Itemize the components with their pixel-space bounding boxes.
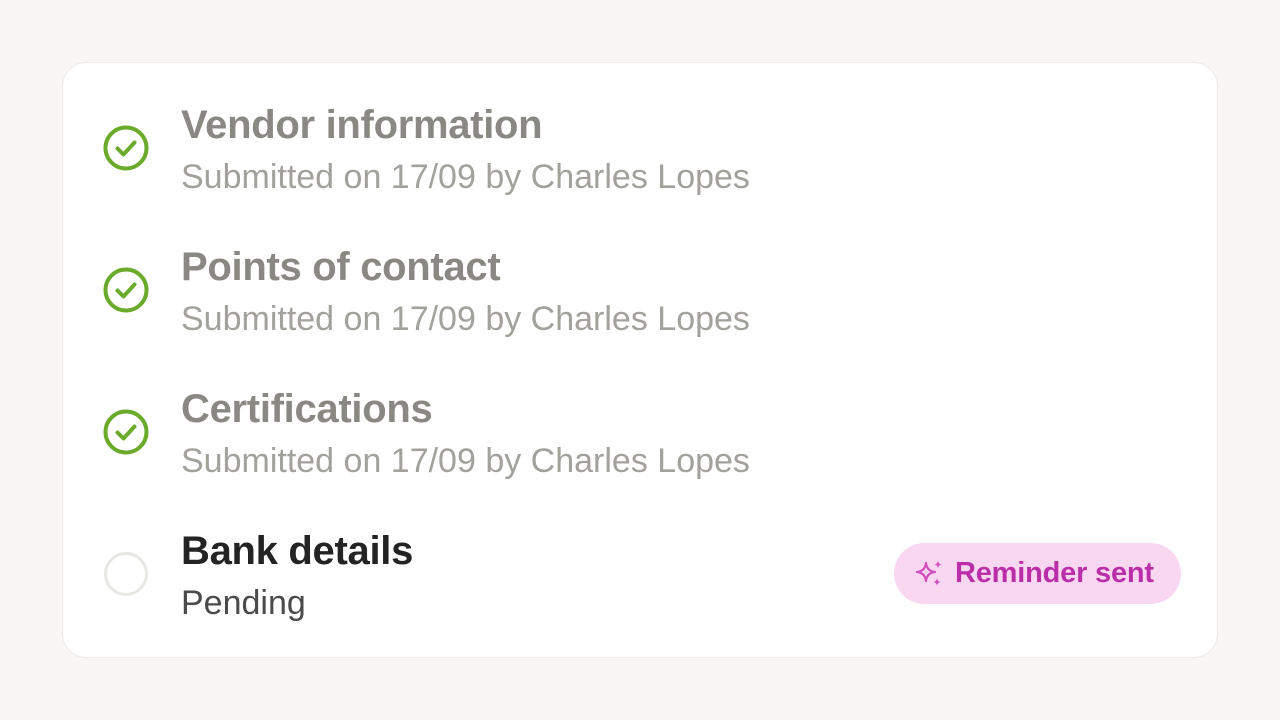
empty-circle-icon [103,551,149,597]
checklist-item-certifications[interactable]: Certifications Submitted on 17/09 by Cha… [63,385,1217,505]
checklist-item-points-of-contact[interactable]: Points of contact Submitted on 17/09 by … [63,243,1217,363]
checklist-item-title: Points of contact [181,245,501,289]
check-circle-icon [103,125,149,171]
checklist-item-title: Vendor information [181,103,543,147]
onboarding-checklist-card: Vendor information Submitted on 17/09 by… [62,62,1218,658]
checklist-item-subtitle: Submitted on 17/09 by Charles Lopes [181,442,750,480]
checklist-item-vendor-information[interactable]: Vendor information Submitted on 17/09 by… [63,101,1217,221]
checklist-item-status: Pending [181,584,306,622]
sparkles-icon [914,558,946,590]
reminder-sent-badge: Reminder sent [894,543,1181,604]
reminder-sent-label: Reminder sent [955,557,1154,589]
checklist-item-title: Certifications [181,387,433,431]
check-circle-icon [103,409,149,455]
check-circle-icon [103,267,149,313]
checklist-item-subtitle: Submitted on 17/09 by Charles Lopes [181,300,750,338]
checklist-item-subtitle: Submitted on 17/09 by Charles Lopes [181,158,750,196]
checklist-item-title: Bank details [181,529,414,573]
